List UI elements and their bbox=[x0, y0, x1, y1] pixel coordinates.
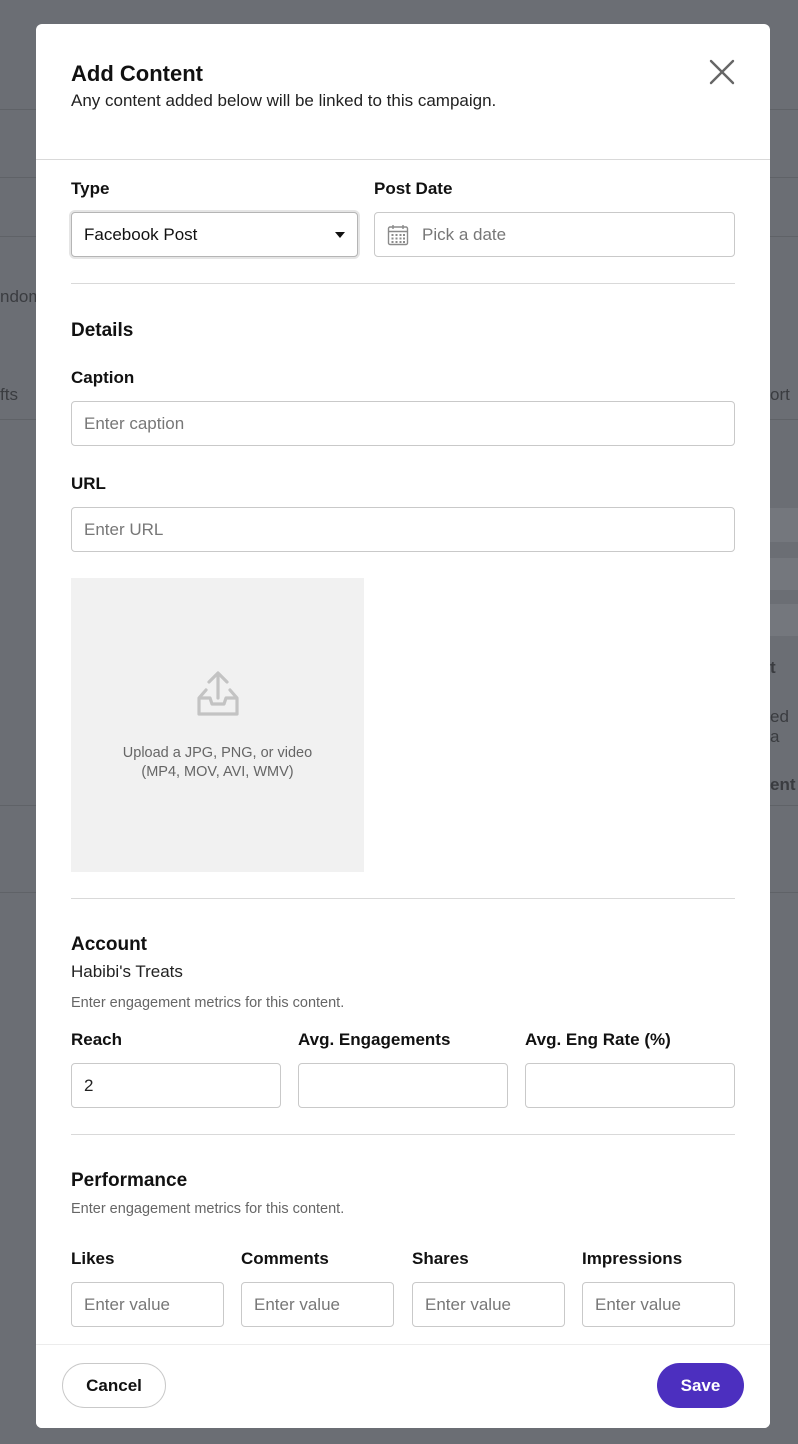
save-button[interactable]: Save bbox=[657, 1363, 744, 1408]
account-heading: Account bbox=[71, 934, 147, 955]
url-input[interactable] bbox=[71, 507, 735, 552]
close-button[interactable] bbox=[706, 56, 738, 88]
likes-label: Likes bbox=[71, 1249, 115, 1268]
bg-block bbox=[770, 508, 798, 542]
avg-engagements-input[interactable] bbox=[298, 1063, 508, 1108]
comments-input[interactable] bbox=[241, 1282, 394, 1327]
account-helper-text: Enter engagement metrics for this conten… bbox=[71, 995, 345, 1011]
section-divider bbox=[71, 283, 735, 284]
caption-label: Caption bbox=[71, 368, 135, 387]
likes-input[interactable] bbox=[71, 1282, 224, 1327]
add-content-modal: Add Content Any content added below will… bbox=[36, 24, 770, 1428]
shares-label: Shares bbox=[412, 1249, 469, 1268]
avg-eng-rate-input[interactable] bbox=[525, 1063, 735, 1108]
performance-heading: Performance bbox=[71, 1170, 188, 1191]
section-divider bbox=[71, 898, 735, 899]
post-date-placeholder: Pick a date bbox=[422, 224, 507, 244]
upload-icon bbox=[196, 671, 239, 716]
caret-down-icon bbox=[335, 231, 345, 238]
url-label: URL bbox=[71, 474, 106, 493]
modal-subtitle: Any content added below will be linked t… bbox=[71, 91, 497, 110]
account-name: Habibi's Treats bbox=[71, 962, 183, 981]
modal-footer: Cancel Save bbox=[36, 1344, 770, 1428]
impressions-label: Impressions bbox=[582, 1249, 683, 1268]
bg-block bbox=[770, 604, 798, 636]
bg-block bbox=[770, 558, 798, 590]
bg-fragment: t bbox=[770, 658, 776, 677]
close-icon bbox=[709, 59, 735, 85]
reach-input[interactable] bbox=[71, 1063, 281, 1108]
modal-header: Add Content Any content added below will… bbox=[36, 24, 770, 160]
avg-eng-rate-label: Avg. Eng Rate (%) bbox=[525, 1030, 671, 1049]
calendar-icon bbox=[387, 224, 409, 245]
post-date-label: Post Date bbox=[374, 179, 453, 198]
performance-helper-text: Enter engagement metrics for this conten… bbox=[71, 1201, 345, 1217]
bg-fragment: ort bbox=[770, 385, 790, 404]
avg-engagements-label: Avg. Engagements bbox=[298, 1030, 451, 1049]
post-date-picker[interactable]: Pick a date bbox=[374, 212, 735, 257]
caption-input[interactable] bbox=[71, 401, 735, 446]
modal-title: Add Content bbox=[71, 61, 203, 86]
impressions-input[interactable] bbox=[582, 1282, 735, 1327]
comments-label: Comments bbox=[241, 1249, 329, 1268]
upload-video-formats: (MP4, MOV, AVI, WMV) bbox=[141, 764, 294, 780]
bg-fragment: ed a bbox=[770, 707, 789, 746]
upload-instructions: Upload a JPG, PNG, or video (MP4, MOV, A… bbox=[123, 744, 312, 782]
section-divider bbox=[71, 1134, 735, 1135]
media-upload-dropzone[interactable]: Upload a JPG, PNG, or video (MP4, MOV, A… bbox=[71, 578, 364, 872]
shares-input[interactable] bbox=[412, 1282, 565, 1327]
type-select[interactable]: Facebook Post bbox=[71, 212, 358, 257]
upload-formats: Upload a JPG, PNG, or video bbox=[122, 745, 313, 761]
type-label: Type bbox=[71, 179, 110, 198]
type-select-value: Facebook Post bbox=[84, 224, 198, 244]
cancel-button[interactable]: Cancel bbox=[62, 1363, 166, 1408]
details-heading: Details bbox=[71, 320, 134, 341]
reach-label: Reach bbox=[71, 1030, 123, 1049]
bg-fragment: ent bbox=[770, 775, 796, 794]
bg-fragment: fts bbox=[0, 385, 18, 404]
